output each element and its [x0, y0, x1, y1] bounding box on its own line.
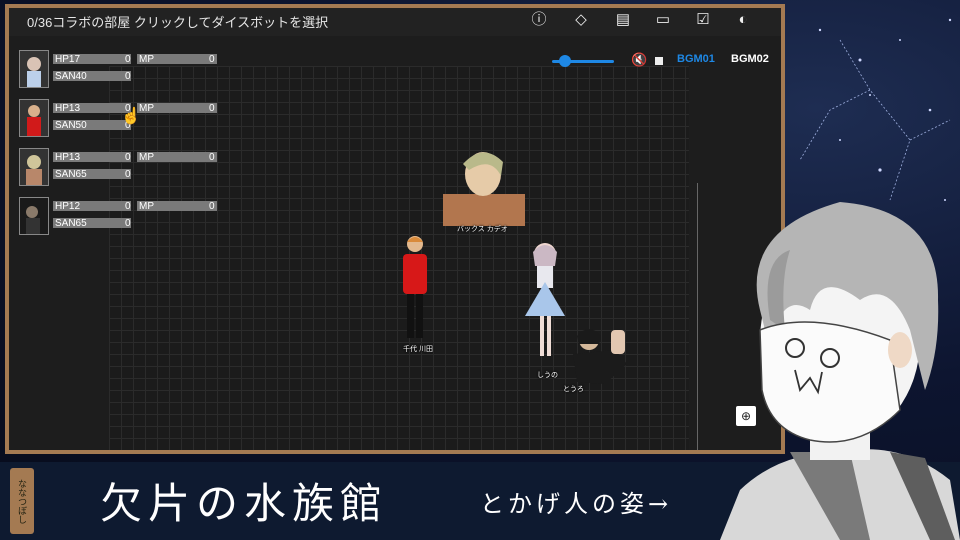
- mp-label: MP: [139, 201, 154, 212]
- san-label: SAN65: [55, 169, 87, 180]
- mp-value: 0: [209, 201, 215, 212]
- scrollbar[interactable]: [697, 183, 698, 450]
- mp-value: 0: [209, 103, 215, 114]
- hp-label: HP12: [55, 201, 81, 212]
- room-title[interactable]: 0/36コラボの部屋 クリックしてダイスボットを選択: [27, 12, 328, 31]
- bgm02-button[interactable]: BGM02: [731, 53, 769, 65]
- tabletop-window: 0/36コラボの部屋 クリックしてダイスボットを選択 ⓘ ◇ ▤ ▭ ☑ ◐ 🔇…: [5, 4, 785, 454]
- token-label: 千代 川田: [403, 346, 433, 353]
- token-chiyo[interactable]: [395, 232, 435, 344]
- check-icon[interactable]: ☑: [693, 10, 713, 30]
- san-value: 0: [125, 169, 131, 180]
- hp-label: HP13: [55, 152, 81, 163]
- san-label: SAN50: [55, 120, 87, 131]
- san-label: SAN40: [55, 71, 87, 82]
- character-status-4[interactable]: HP12 0 MP 0 SAN65 0: [19, 197, 219, 241]
- mp-label: MP: [139, 103, 154, 114]
- character-status-1[interactable]: HP17 0 MP 0 SAN40 0: [19, 50, 219, 94]
- avatar[interactable]: [19, 197, 49, 235]
- hp-label: HP13: [55, 103, 81, 114]
- token-label: バックス カデオ: [457, 226, 508, 233]
- token-touro[interactable]: [565, 324, 635, 388]
- avatar[interactable]: [19, 99, 49, 137]
- banner-subtitle: とかげ人の姿→: [480, 490, 673, 518]
- character-status-2[interactable]: HP13 0 MP 0 SAN50 0: [19, 99, 219, 143]
- volume-knob[interactable]: [559, 55, 571, 67]
- san-value: 0: [125, 218, 131, 229]
- side-logo: ななつぼし: [10, 468, 34, 534]
- top-toolbar: 0/36コラボの部屋 クリックしてダイスボットを選択 ⓘ ◇ ▤ ▭ ☑ ◐: [9, 8, 781, 36]
- mp-value: 0: [209, 152, 215, 163]
- streamer-avatar: [720, 202, 960, 540]
- token-label: しうの: [537, 372, 558, 379]
- info-icon[interactable]: ⓘ: [529, 10, 549, 30]
- banner-title: 欠片の水族館: [100, 479, 389, 528]
- screen-icon[interactable]: ▭: [653, 10, 673, 30]
- avatar[interactable]: [19, 148, 49, 186]
- chat-icon[interactable]: ▤: [613, 10, 633, 30]
- hp-label: HP17: [55, 54, 81, 65]
- mouse-cursor-icon: ☝: [121, 108, 141, 125]
- san-label: SAN65: [55, 218, 87, 229]
- token-label: とうろ: [563, 386, 584, 393]
- mp-value: 0: [209, 54, 215, 65]
- dice-icon[interactable]: ◇: [571, 10, 591, 30]
- mp-label: MP: [139, 152, 154, 163]
- token-bakkusu[interactable]: [439, 146, 529, 226]
- stop-icon[interactable]: [655, 57, 663, 65]
- character-status-3[interactable]: HP13 0 MP 0 SAN65 0: [19, 148, 219, 192]
- bgm01-button[interactable]: BGM01: [677, 53, 715, 65]
- user-icon[interactable]: ◐: [733, 10, 753, 30]
- avatar[interactable]: [19, 50, 49, 88]
- san-value: 0: [125, 71, 131, 82]
- mute-icon[interactable]: 🔇: [631, 52, 647, 68]
- mp-label: MP: [139, 54, 154, 65]
